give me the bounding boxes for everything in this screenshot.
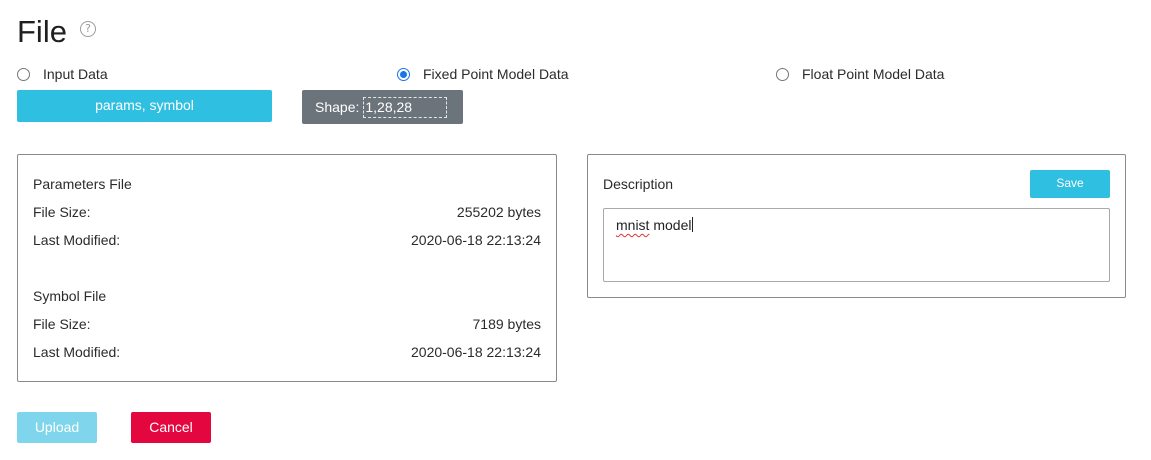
misspelled-word: mnist bbox=[616, 217, 650, 233]
radio-label: Input Data bbox=[43, 66, 108, 82]
description-label: Description bbox=[603, 176, 674, 192]
parameters-size-value: 255202 bytes bbox=[456, 204, 541, 220]
parameters-file-heading: Parameters File bbox=[33, 176, 132, 192]
description-textarea[interactable]: mnist model bbox=[603, 208, 1110, 282]
radio-fixed-point-model-data[interactable]: Fixed Point Model Data bbox=[397, 66, 569, 82]
symbol-file-heading: Symbol File bbox=[33, 288, 107, 304]
page-title: File bbox=[17, 14, 67, 49]
description-panel: Description Save mnist model bbox=[587, 154, 1126, 298]
symbol-modified-value: 2020-06-18 22:13:24 bbox=[411, 344, 541, 360]
radio-circle-icon[interactable] bbox=[17, 67, 30, 81]
question-circle-icon[interactable]: ? bbox=[80, 21, 96, 37]
radio-input-data[interactable]: Input Data bbox=[17, 66, 108, 82]
description-text: model bbox=[649, 217, 692, 233]
radio-float-point-model-data[interactable]: Float Point Model Data bbox=[776, 66, 944, 82]
shape-box: Shape: 1,28,28 bbox=[302, 90, 463, 124]
select-files-button[interactable]: params, symbol bbox=[17, 90, 272, 122]
upload-button[interactable]: Upload bbox=[17, 412, 97, 443]
radio-label: Fixed Point Model Data bbox=[423, 66, 569, 82]
text-cursor bbox=[692, 217, 694, 232]
symbol-modified-label: Last Modified: bbox=[33, 344, 121, 360]
files-info-panel: Parameters File File Size: 255202 bytes … bbox=[17, 154, 557, 382]
symbol-size-value: 7189 bytes bbox=[472, 316, 542, 332]
parameters-size-label: File Size: bbox=[33, 204, 91, 220]
parameters-modified-label: Last Modified: bbox=[33, 232, 121, 248]
radio-label: Float Point Model Data bbox=[802, 66, 945, 82]
radio-checked-icon[interactable] bbox=[397, 67, 410, 81]
symbol-size-label: File Size: bbox=[33, 316, 91, 332]
radio-circle-icon[interactable] bbox=[776, 67, 789, 81]
shape-label: Shape: bbox=[315, 99, 360, 115]
parameters-modified-value: 2020-06-18 22:13:24 bbox=[411, 232, 541, 248]
save-button[interactable]: Save bbox=[1030, 170, 1110, 198]
shape-input[interactable]: 1,28,28 bbox=[363, 96, 448, 118]
cancel-button[interactable]: Cancel bbox=[131, 412, 211, 443]
